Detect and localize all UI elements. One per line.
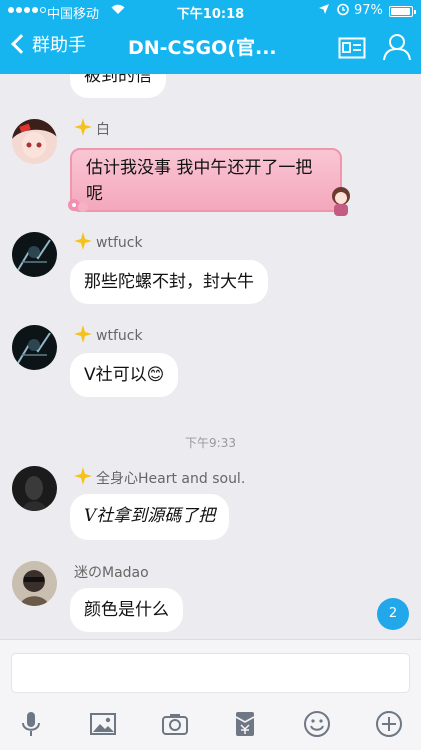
location-icon — [318, 3, 330, 18]
message-bubble[interactable]: 那些陀螺不封，封大牛 — [70, 260, 268, 304]
unread-count-badge[interactable]: 2 — [377, 598, 409, 630]
image-icon[interactable] — [85, 706, 121, 742]
plus-icon[interactable] — [371, 706, 407, 742]
sender-name: wtfuck — [96, 328, 143, 344]
sparkle-badge-icon — [74, 467, 92, 489]
sender-line: 全身心Heart and soul. — [74, 467, 245, 489]
message-text: 估计我没事 我中午还开了一把 — [86, 158, 313, 178]
battery-percent: 97% — [354, 3, 383, 18]
message-bubble[interactable]: V社拿到源碼了把 — [70, 494, 230, 540]
emoji-icon[interactable] — [299, 706, 335, 742]
girl-sticker-icon — [328, 184, 354, 222]
status-bar: 中国移动 下午10:18 97% — [0, 0, 421, 24]
avatar[interactable] — [12, 119, 57, 164]
sender-line: 白 — [74, 118, 110, 140]
group-members-icon[interactable] — [381, 32, 413, 66]
input-panel — [0, 639, 421, 750]
message-text: V社拿到源碼了把 — [84, 506, 216, 526]
message-text: 颜色是什么 — [84, 600, 169, 620]
back-button[interactable]: 群助手 — [8, 31, 86, 57]
sender-name: 全身心Heart and soul. — [96, 471, 246, 487]
message-bubble[interactable]: 被到的信 — [70, 74, 166, 98]
sender-line: wtfuck — [74, 325, 143, 347]
alarm-icon — [336, 2, 350, 20]
avatar[interactable] — [12, 561, 57, 606]
message-bubble[interactable]: 颜色是什么 — [70, 588, 183, 632]
chat-title: DN-CSGO(官... — [128, 37, 277, 59]
sender-line: 迷のMadao — [74, 562, 149, 582]
avatar[interactable] — [12, 232, 57, 277]
battery-icon — [389, 6, 416, 17]
message-text: 呢 — [86, 184, 103, 204]
back-label: 群助手 — [32, 35, 86, 56]
nav-bar: 群助手 DN-CSGO(官... — [0, 24, 421, 74]
top-bar: 中国移动 下午10:18 97% 群助手 DN-CSGO(官... — [0, 0, 421, 74]
message-bubble[interactable]: V社可以😊 — [70, 353, 179, 397]
message-bubble-pink[interactable]: 估计我没事 我中午还开了一把 呢 — [70, 148, 342, 212]
flower-decoration-icon — [66, 196, 90, 218]
microphone-icon[interactable] — [13, 706, 49, 742]
group-card-icon[interactable] — [338, 37, 366, 63]
avatar[interactable] — [12, 466, 57, 511]
sparkle-badge-icon — [74, 325, 92, 347]
message-text: 那些陀螺不封，封大牛 — [84, 272, 254, 292]
sparkle-badge-icon — [74, 118, 92, 140]
chevron-left-icon — [11, 34, 31, 54]
chat-area[interactable]: 被到的信 白 估计我没事 我中午还开了一把 呢 wtfuck 那些陀螺不封，封大… — [0, 74, 421, 639]
sender-name: 迷のMadao — [74, 565, 149, 581]
message-input[interactable] — [11, 653, 410, 693]
avatar[interactable] — [12, 325, 57, 370]
sender-line: wtfuck — [74, 232, 143, 254]
sparkle-badge-icon — [74, 232, 92, 254]
sender-name: 白 — [96, 122, 110, 138]
input-toolbar — [0, 706, 421, 746]
message-text: V社可以😊 — [84, 365, 165, 385]
camera-icon[interactable] — [157, 706, 193, 742]
red-packet-icon[interactable] — [227, 706, 263, 742]
time-divider: 下午9:33 — [185, 436, 236, 450]
sender-name: wtfuck — [96, 235, 143, 251]
message-text: 被到的信 — [84, 74, 152, 86]
